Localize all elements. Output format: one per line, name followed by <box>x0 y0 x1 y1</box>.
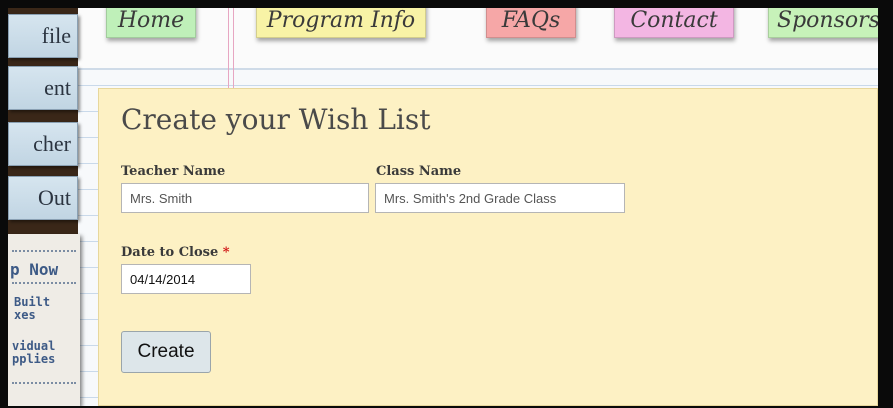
date-to-close-label-text: Date to Close <box>121 245 219 260</box>
sidebar-item-logout[interactable]: Out <box>8 176 78 220</box>
nav-tab-faqs[interactable]: FAQs <box>486 8 576 38</box>
shop-prebuilt-boxes-link[interactable]: Built xes <box>14 296 50 322</box>
class-name-input[interactable]: Mrs. Smith's 2nd Grade Class <box>375 183 625 213</box>
dotted-divider <box>12 282 76 284</box>
top-navigation-bar <box>78 8 878 98</box>
nav-tab-contact[interactable]: Contact <box>614 8 734 38</box>
nav-tab-program-info[interactable]: Program Info <box>256 8 426 38</box>
create-button[interactable]: Create <box>121 331 211 373</box>
browser-viewport: Home Program Info FAQs Contact Sponsors … <box>8 8 878 406</box>
dotted-divider <box>12 250 76 252</box>
shop-now-card[interactable]: p Now Built xes vidual pplies <box>8 234 80 406</box>
sidebar-item-teacher[interactable]: cher <box>8 122 78 166</box>
wish-list-form: Create your Wish List Teacher Name Mrs. … <box>98 88 878 406</box>
dotted-divider <box>12 382 76 384</box>
form-title: Create your Wish List <box>121 103 431 136</box>
margin-line <box>233 8 234 98</box>
date-to-close-input[interactable]: 04/14/2014 <box>121 264 251 294</box>
sidebar-item-student[interactable]: ent <box>8 66 78 110</box>
teacher-name-label: Teacher Name <box>121 164 226 179</box>
shop-now-title[interactable]: p Now <box>10 260 58 279</box>
shop-individual-supplies-link[interactable]: vidual pplies <box>12 340 55 366</box>
sidebar-item-profile[interactable]: file <box>8 14 78 58</box>
nav-tab-home[interactable]: Home <box>106 8 196 38</box>
teacher-name-input[interactable]: Mrs. Smith <box>121 183 369 213</box>
margin-line <box>228 8 229 98</box>
nav-tab-sponsors[interactable]: Sponsors <box>768 8 878 38</box>
date-to-close-label: Date to Close * <box>121 245 230 260</box>
required-marker: * <box>222 245 230 260</box>
class-name-label: Class Name <box>376 164 462 179</box>
